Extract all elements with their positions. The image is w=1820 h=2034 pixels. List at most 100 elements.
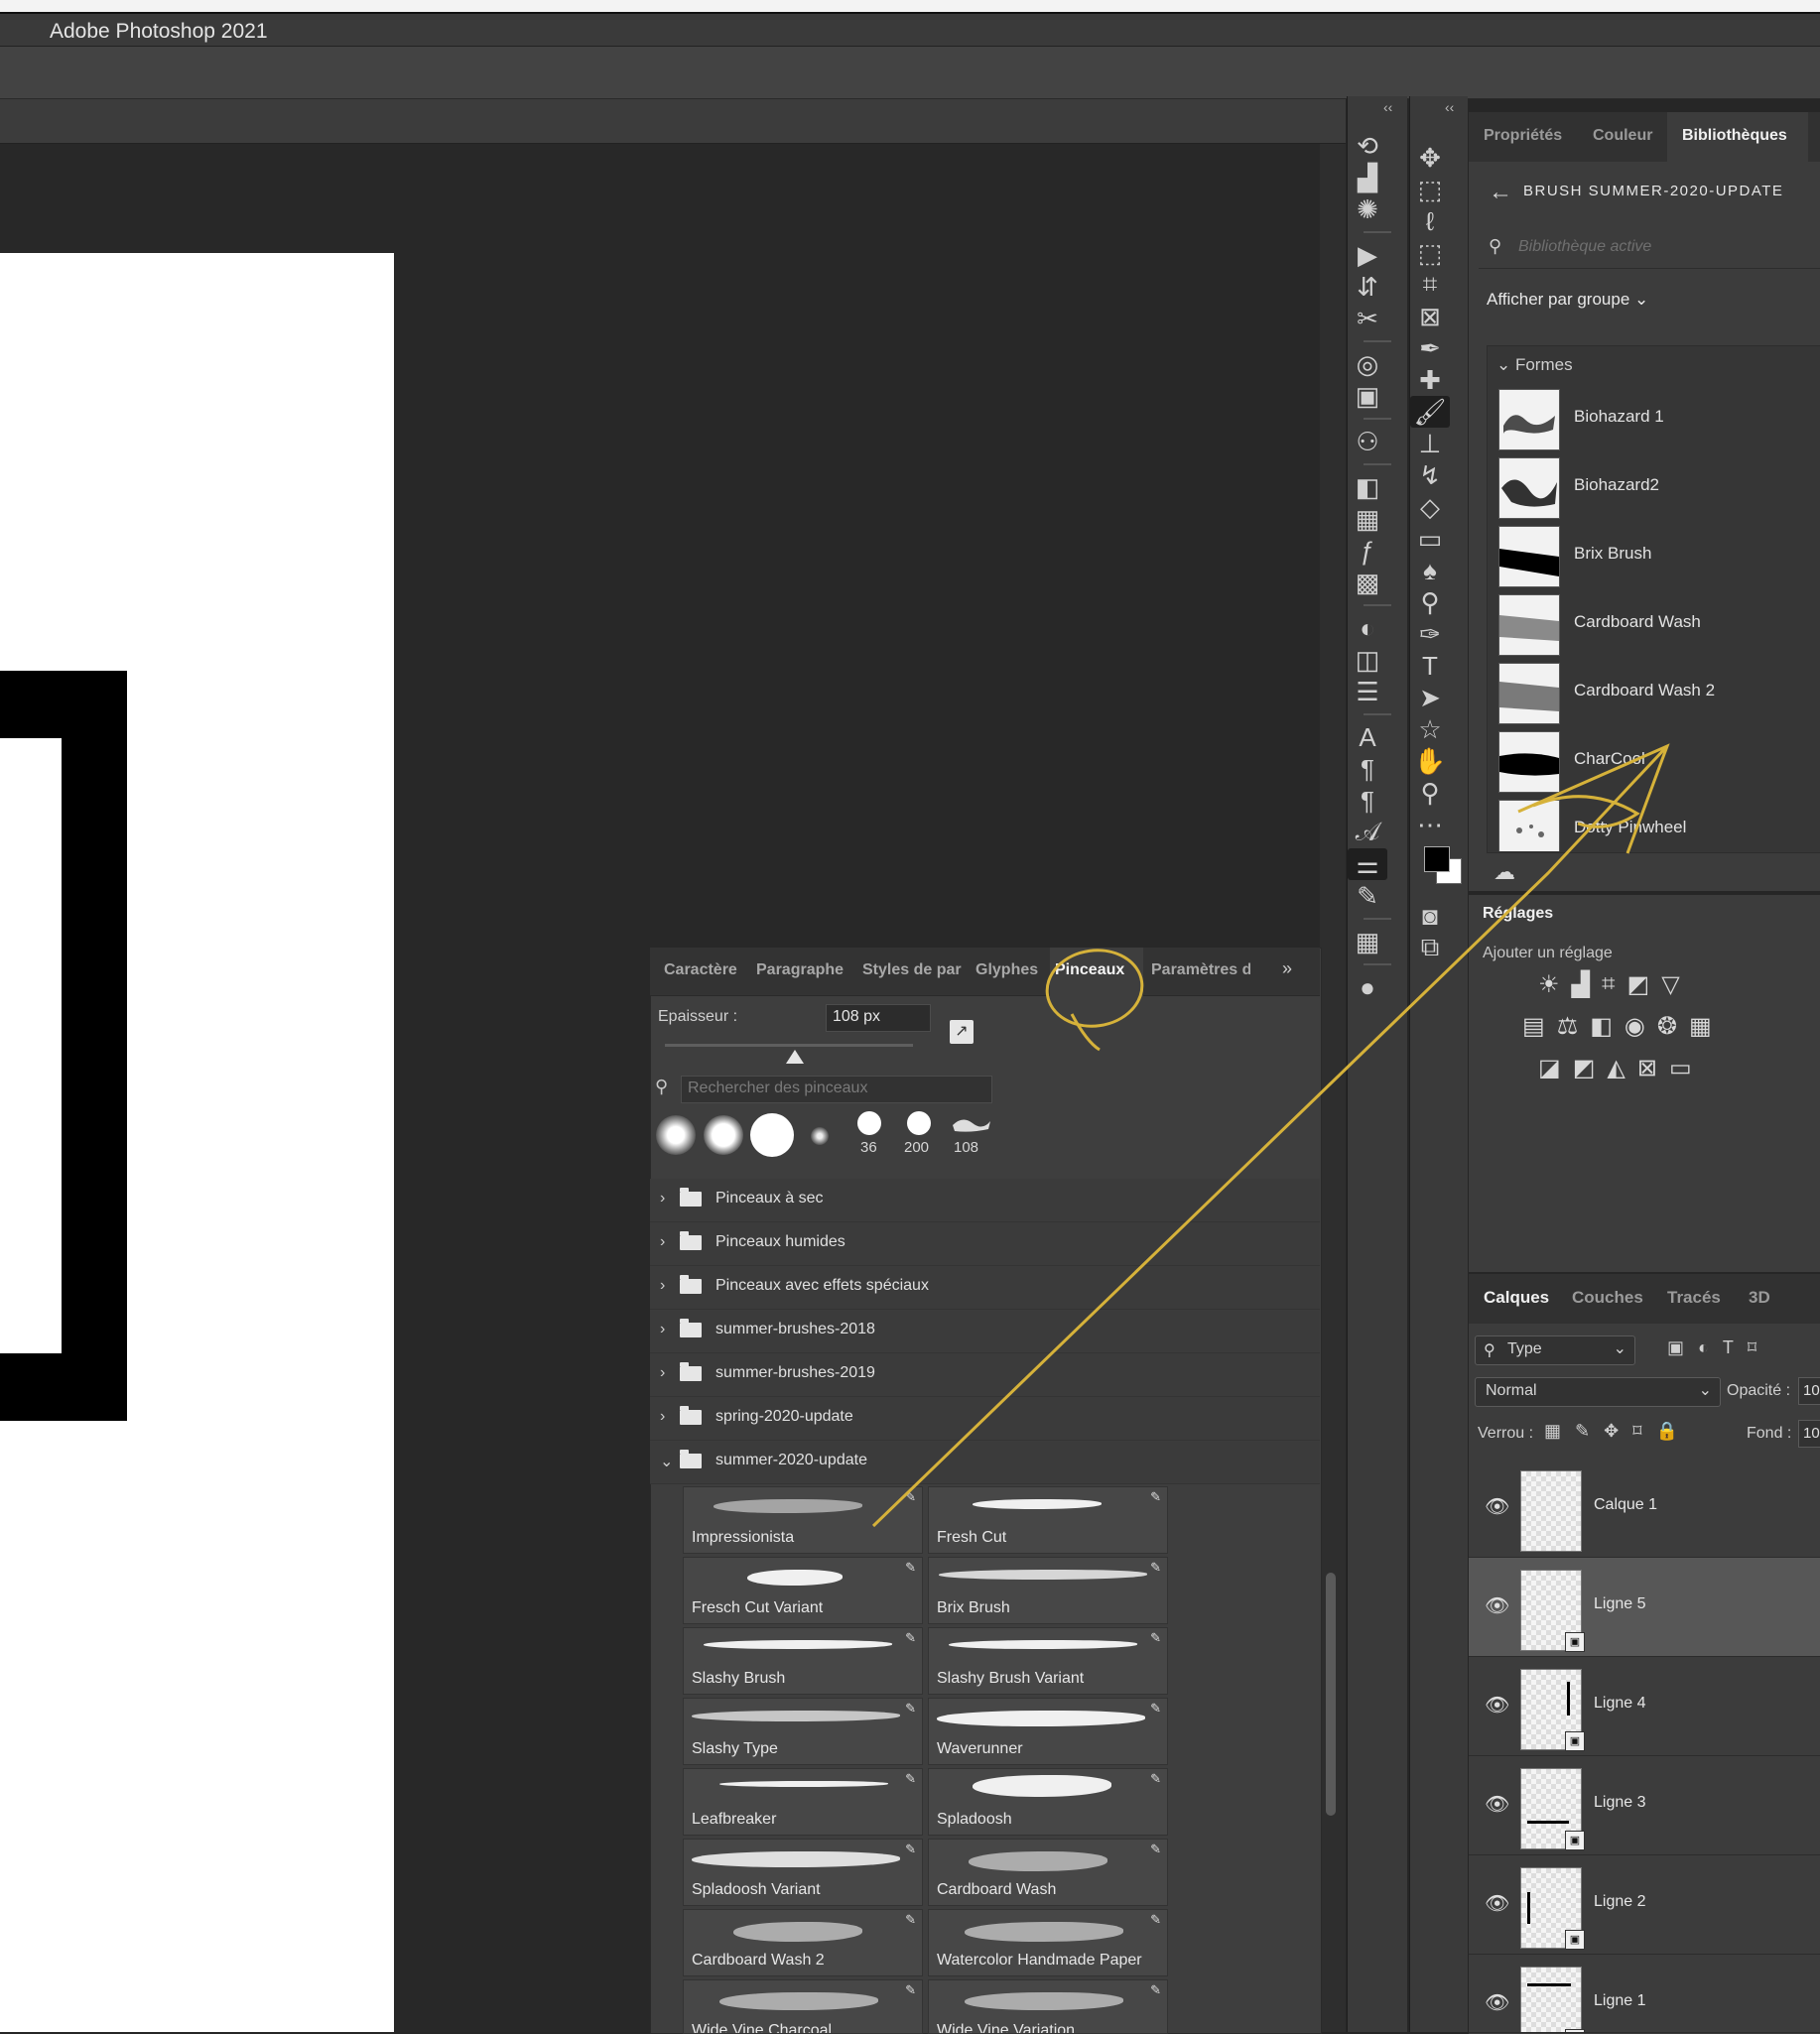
tab-paragraph[interactable]: Paragraphe: [756, 961, 844, 979]
brush-preset[interactable]: ✎ Cardboard Wash 2: [683, 1909, 923, 1976]
gradient-tool-icon[interactable]: ▭: [1410, 523, 1450, 555]
brush-preset[interactable]: ✎ Fresh Cut: [928, 1486, 1168, 1554]
paragraph-icon[interactable]: ¶: [1348, 753, 1387, 785]
brushes-scrollbar[interactable]: [1326, 1573, 1336, 1816]
brushes-panel-icon[interactable]: ⚌: [1348, 848, 1387, 880]
adjustments-title[interactable]: Réglages: [1483, 905, 1553, 923]
brush-folder[interactable]: › Pinceaux humides: [650, 1222, 1320, 1266]
screen-mode-icon[interactable]: ⧉: [1410, 932, 1450, 963]
channel-mixer-icon[interactable]: ❂: [1657, 1012, 1677, 1041]
align-icon[interactable]: ☰: [1348, 676, 1387, 707]
visibility-eye-icon[interactable]: 👁: [1485, 1891, 1509, 1916]
brush-preset[interactable]: ✎ Waverunner: [928, 1698, 1168, 1765]
edit-brush-icon[interactable]: ✎: [905, 1842, 916, 1857]
library-item[interactable]: Dotty Pinwheel: [1498, 796, 1820, 851]
eraser-tool-icon[interactable]: ◇: [1410, 491, 1450, 523]
hue-saturation-icon[interactable]: ▤: [1522, 1012, 1545, 1041]
brush-folder[interactable]: › Pinceaux à sec: [650, 1179, 1320, 1222]
foreground-color[interactable]: [1424, 846, 1450, 872]
brush-settings-icon[interactable]: ✎: [1348, 880, 1387, 912]
history-icon[interactable]: ⟲: [1348, 130, 1387, 162]
size-slider-handle[interactable]: [786, 1050, 804, 1064]
brush-preset[interactable]: ✎ Wide Vine Variation: [928, 1979, 1168, 2034]
brush-tool-icon[interactable]: 🖌: [1410, 396, 1450, 428]
frame-tool-icon[interactable]: ⊠: [1410, 301, 1450, 332]
brush-folder-open[interactable]: ⌄ summer-2020-update: [650, 1441, 1320, 1484]
lock-all-icon[interactable]: 🔒: [1655, 1421, 1677, 1442]
color-balance-icon[interactable]: ⚖: [1557, 1012, 1579, 1041]
edit-brush-icon[interactable]: ✎: [905, 1560, 916, 1576]
dodge-tool-icon[interactable]: ⚲: [1410, 586, 1450, 618]
threshold-icon[interactable]: ◭: [1607, 1054, 1625, 1082]
textured-tip[interactable]: [953, 1113, 990, 1133]
tab-layers[interactable]: Calques: [1484, 1288, 1549, 1308]
soft-round-tip[interactable]: [656, 1115, 696, 1155]
edit-brush-icon[interactable]: ✎: [1150, 1982, 1161, 1998]
tab-brush-settings[interactable]: Paramètres d: [1151, 961, 1250, 979]
path-select-tool-icon[interactable]: ➤: [1410, 682, 1450, 713]
lock-transparency-icon[interactable]: ▦: [1544, 1421, 1561, 1442]
soft-round-tip[interactable]: [704, 1115, 743, 1155]
tab-libraries[interactable]: Bibliothèques: [1682, 127, 1787, 145]
visibility-eye-icon[interactable]: 👁: [1485, 1990, 1509, 2015]
hand-tool-icon[interactable]: ✋: [1410, 745, 1450, 777]
shapes-icon[interactable]: ◐: [1348, 612, 1387, 644]
hard-round-tip[interactable]: [750, 1113, 794, 1157]
shape-tool-icon[interactable]: ☆: [1410, 713, 1450, 745]
brush-preset[interactable]: ✎ Slashy Brush Variant: [928, 1627, 1168, 1695]
libraries-icon[interactable]: ▣: [1348, 380, 1387, 412]
type-filter-icon[interactable]: T: [1723, 1337, 1734, 1358]
pixel-filter-icon[interactable]: ▣: [1667, 1337, 1684, 1358]
visibility-eye-icon[interactable]: 👁: [1485, 1693, 1509, 1717]
photo-filter-icon[interactable]: ◉: [1625, 1012, 1645, 1041]
library-search-input[interactable]: ⚲ Bibliothèque active: [1479, 228, 1820, 269]
cloud-sync-icon[interactable]: ☁: [1494, 859, 1515, 885]
blend-mode-select[interactable]: Normal ⌄: [1475, 1377, 1721, 1407]
brush-preset[interactable]: ✎ Impressionista: [683, 1486, 923, 1554]
plugin-dot-icon[interactable]: ●: [1348, 971, 1387, 1003]
collapse-tools-icon[interactable]: ‹‹: [1445, 99, 1454, 115]
color-lookup-icon[interactable]: ▦: [1689, 1012, 1712, 1041]
vibrance-icon[interactable]: ▽: [1661, 970, 1679, 999]
brush-preset[interactable]: ✎ Watercolor Handmade Paper: [928, 1909, 1168, 1976]
library-item[interactable]: CharCool: [1498, 727, 1820, 793]
healing-tool-icon[interactable]: ✚: [1410, 364, 1450, 396]
edit-brush-icon[interactable]: ✎: [1150, 1912, 1161, 1928]
curves-icon[interactable]: ⌗: [1602, 970, 1616, 999]
posterize-icon[interactable]: ◩: [1573, 1054, 1596, 1082]
edit-brush-icon[interactable]: ✎: [905, 1771, 916, 1787]
opacity-input[interactable]: 10: [1798, 1377, 1820, 1405]
object-select-tool-icon[interactable]: ⬚: [1410, 237, 1450, 269]
tab-properties[interactable]: Propriétés: [1484, 127, 1562, 145]
edit-brush-icon[interactable]: ✎: [905, 1982, 916, 1998]
brush-preset[interactable]: ✎ Leafbreaker: [683, 1768, 923, 1836]
character-icon[interactable]: A: [1348, 721, 1387, 753]
gradient-map-icon[interactable]: ⊠: [1637, 1054, 1657, 1082]
lock-position-icon[interactable]: ✥: [1604, 1421, 1619, 1442]
brush-folder[interactable]: › Pinceaux avec effets spéciaux: [650, 1266, 1320, 1310]
edit-brush-icon[interactable]: ✎: [1150, 1842, 1161, 1857]
edit-brush-icon[interactable]: ✎: [905, 1489, 916, 1505]
layer-row[interactable]: 👁 Calque 1: [1469, 1459, 1820, 1558]
hard-round-tip[interactable]: [907, 1111, 931, 1135]
paragraph-styles-icon[interactable]: ¶: [1348, 785, 1387, 817]
layer-row[interactable]: 👁 ▣ Ligne 2: [1469, 1855, 1820, 1955]
tab-paragraph-styles[interactable]: Styles de par: [862, 961, 964, 979]
tab-color[interactable]: Couleur: [1593, 127, 1652, 145]
edit-brush-icon[interactable]: ✎: [1150, 1560, 1161, 1576]
levels-icon[interactable]: ▟: [1572, 970, 1590, 999]
histogram-icon[interactable]: ▟: [1348, 162, 1387, 193]
type-tool-icon[interactable]: T: [1410, 650, 1450, 682]
brush-preset[interactable]: ✎ Spladoosh: [928, 1768, 1168, 1836]
pen-tool-icon[interactable]: ✑: [1410, 618, 1450, 650]
brush-preset[interactable]: ✎ Slashy Brush: [683, 1627, 923, 1695]
brush-preset[interactable]: ✎ Slashy Type: [683, 1698, 923, 1765]
edit-brush-icon[interactable]: ✎: [1150, 1701, 1161, 1716]
lasso-tool-icon[interactable]: ℓ: [1410, 205, 1450, 237]
edit-brush-icon[interactable]: ✎: [905, 1701, 916, 1716]
zoom-tool-icon[interactable]: ⚲: [1410, 777, 1450, 809]
history-brush-tool-icon[interactable]: ↯: [1410, 459, 1450, 491]
move-tool-icon[interactable]: ✥: [1410, 142, 1450, 174]
swatches-icon[interactable]: ▦: [1348, 503, 1387, 535]
invert-icon[interactable]: ◪: [1538, 1054, 1561, 1082]
